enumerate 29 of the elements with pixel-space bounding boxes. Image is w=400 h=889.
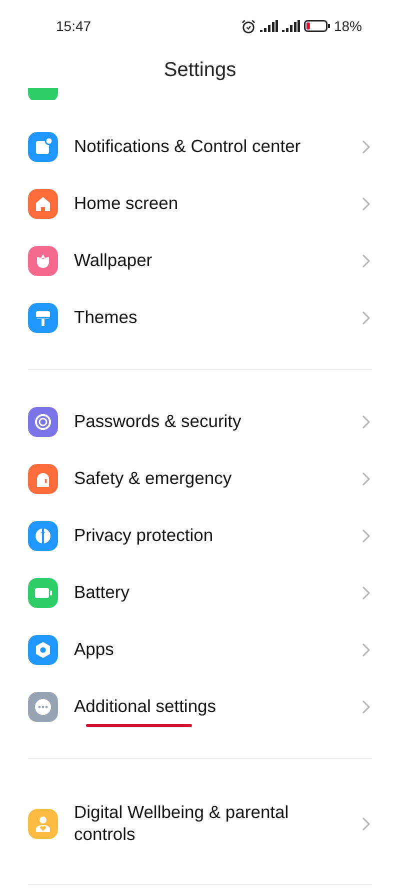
chevron-right-icon — [360, 816, 372, 832]
settings-item[interactable]: Digital Wellbeing & parental controls — [28, 782, 372, 865]
settings-item[interactable]: Battery — [28, 564, 372, 621]
chevron-right-icon — [360, 642, 372, 658]
settings-item[interactable]: Home screen — [28, 175, 372, 232]
settings-item[interactable]: Safety & emergency — [28, 450, 372, 507]
settings-item[interactable]: Additional settings — [28, 678, 372, 735]
settings-item[interactable]: Privacy protection — [28, 507, 372, 564]
chevron-right-icon — [360, 138, 372, 154]
settings-item[interactable]: Notifications & Control center — [28, 118, 372, 175]
chevron-right-icon — [360, 584, 372, 600]
chevron-right-icon — [360, 252, 372, 268]
signal-icon — [260, 20, 278, 32]
battery-icon — [304, 20, 330, 32]
settings-item[interactable]: Passwords & security — [28, 393, 372, 450]
chevron-right-icon — [360, 414, 372, 430]
settings-item[interactable]: Themes — [28, 289, 372, 346]
signal-icon — [282, 20, 300, 32]
chevron-right-icon — [360, 698, 372, 714]
chevron-right-icon — [360, 196, 372, 212]
settings-item[interactable]: Wallpaper — [28, 232, 372, 289]
alarm-icon — [240, 18, 256, 34]
settings-item[interactable]: Apps — [28, 621, 372, 678]
chevron-right-icon — [360, 528, 372, 544]
status-time: 15:47 — [56, 16, 92, 36]
chevron-right-icon — [360, 310, 372, 326]
page-title: Settings — [164, 58, 236, 83]
chevron-right-icon — [360, 470, 372, 486]
battery-percent: 18% — [334, 16, 362, 36]
